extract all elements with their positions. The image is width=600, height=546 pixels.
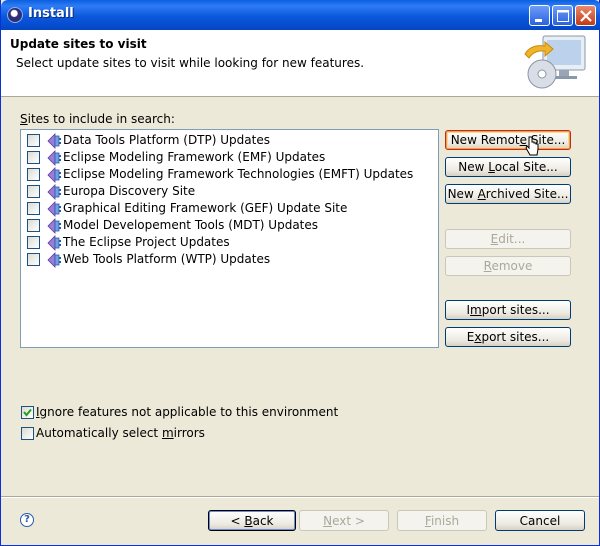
eclipse-icon <box>7 7 23 23</box>
site-label: Eclipse Modeling Framework Technologies … <box>63 167 414 181</box>
site-checkbox[interactable] <box>27 134 40 147</box>
site-label: The Eclipse Project Updates <box>63 235 230 249</box>
update-site-icon <box>47 133 61 149</box>
title-bar[interactable]: Install <box>1 0 600 30</box>
close-icon <box>580 10 592 22</box>
update-sites-list[interactable]: Data Tools Platform (DTP) Updates Eclipse… <box>20 129 439 348</box>
import-sites-button[interactable]: Import sites... <box>445 300 571 320</box>
site-label: Eclipse Modeling Framework (EMF) Updates <box>63 150 326 164</box>
update-site-icon <box>47 150 61 166</box>
site-label: Model Developement Tools (MDT) Updates <box>63 218 319 232</box>
site-checkbox[interactable] <box>27 219 40 232</box>
site-label: Data Tools Platform (DTP) Updates <box>63 133 270 147</box>
update-site-icon <box>47 218 61 234</box>
new-remote-site-button[interactable]: New Remote Site... <box>445 130 571 150</box>
checkmark-icon <box>23 408 32 417</box>
close-button[interactable] <box>575 5 596 26</box>
update-site-icon <box>47 235 61 251</box>
help-icon[interactable]: ? <box>20 513 34 527</box>
update-site-icon <box>47 167 61 183</box>
site-checkbox[interactable] <box>27 236 40 249</box>
mouse-cursor-hand-icon <box>525 136 539 156</box>
maximize-icon <box>557 10 569 22</box>
back-button[interactable]: < Back <box>208 510 296 531</box>
auto-select-mirrors-check-box[interactable] <box>21 427 34 440</box>
site-checkbox[interactable] <box>27 185 40 198</box>
install-wizard-icon <box>524 35 586 89</box>
site-checkbox[interactable] <box>27 151 40 164</box>
new-archived-site-button[interactable]: New Archived Site... <box>445 184 571 204</box>
ignore-features-check-box[interactable] <box>21 406 34 419</box>
ignore-features-label: Ignore features not applicable to this e… <box>36 405 339 419</box>
update-site-icon <box>47 201 61 217</box>
site-label: Graphical Editing Framework (GEF) Update… <box>63 201 348 215</box>
update-site-icon <box>47 252 61 268</box>
minimize-icon <box>535 19 542 22</box>
finish-button[interactable]: Finish <box>397 510 487 531</box>
site-checkbox[interactable] <box>27 202 40 215</box>
edit-button[interactable]: Edit... <box>445 229 571 249</box>
install-dialog: Install Update sites to visit Select upd… <box>0 0 600 546</box>
auto-select-mirrors-label: Automatically select mirrors <box>36 426 205 440</box>
window-title: Install <box>28 6 74 21</box>
new-local-site-button[interactable]: New Local Site... <box>445 157 571 177</box>
next-button[interactable]: Next > <box>299 510 389 531</box>
site-label: Web Tools Platform (WTP) Updates <box>63 252 271 266</box>
footer-separator <box>1 496 599 498</box>
minimize-button[interactable] <box>529 5 550 26</box>
export-sites-button[interactable]: Export sites... <box>445 327 571 347</box>
site-label: Europa Discovery Site <box>63 184 196 198</box>
cancel-button[interactable]: Cancel <box>495 510 585 531</box>
sites-label: Sites to include in search: <box>20 112 175 126</box>
update-site-icon <box>47 184 61 200</box>
remove-button[interactable]: Remove <box>445 256 571 276</box>
page-description: Select update sites to visit while looki… <box>16 56 365 70</box>
page-title: Update sites to visit <box>10 37 147 51</box>
maximize-button[interactable] <box>552 5 573 26</box>
site-checkbox[interactable] <box>27 168 40 181</box>
site-checkbox[interactable] <box>27 253 40 266</box>
